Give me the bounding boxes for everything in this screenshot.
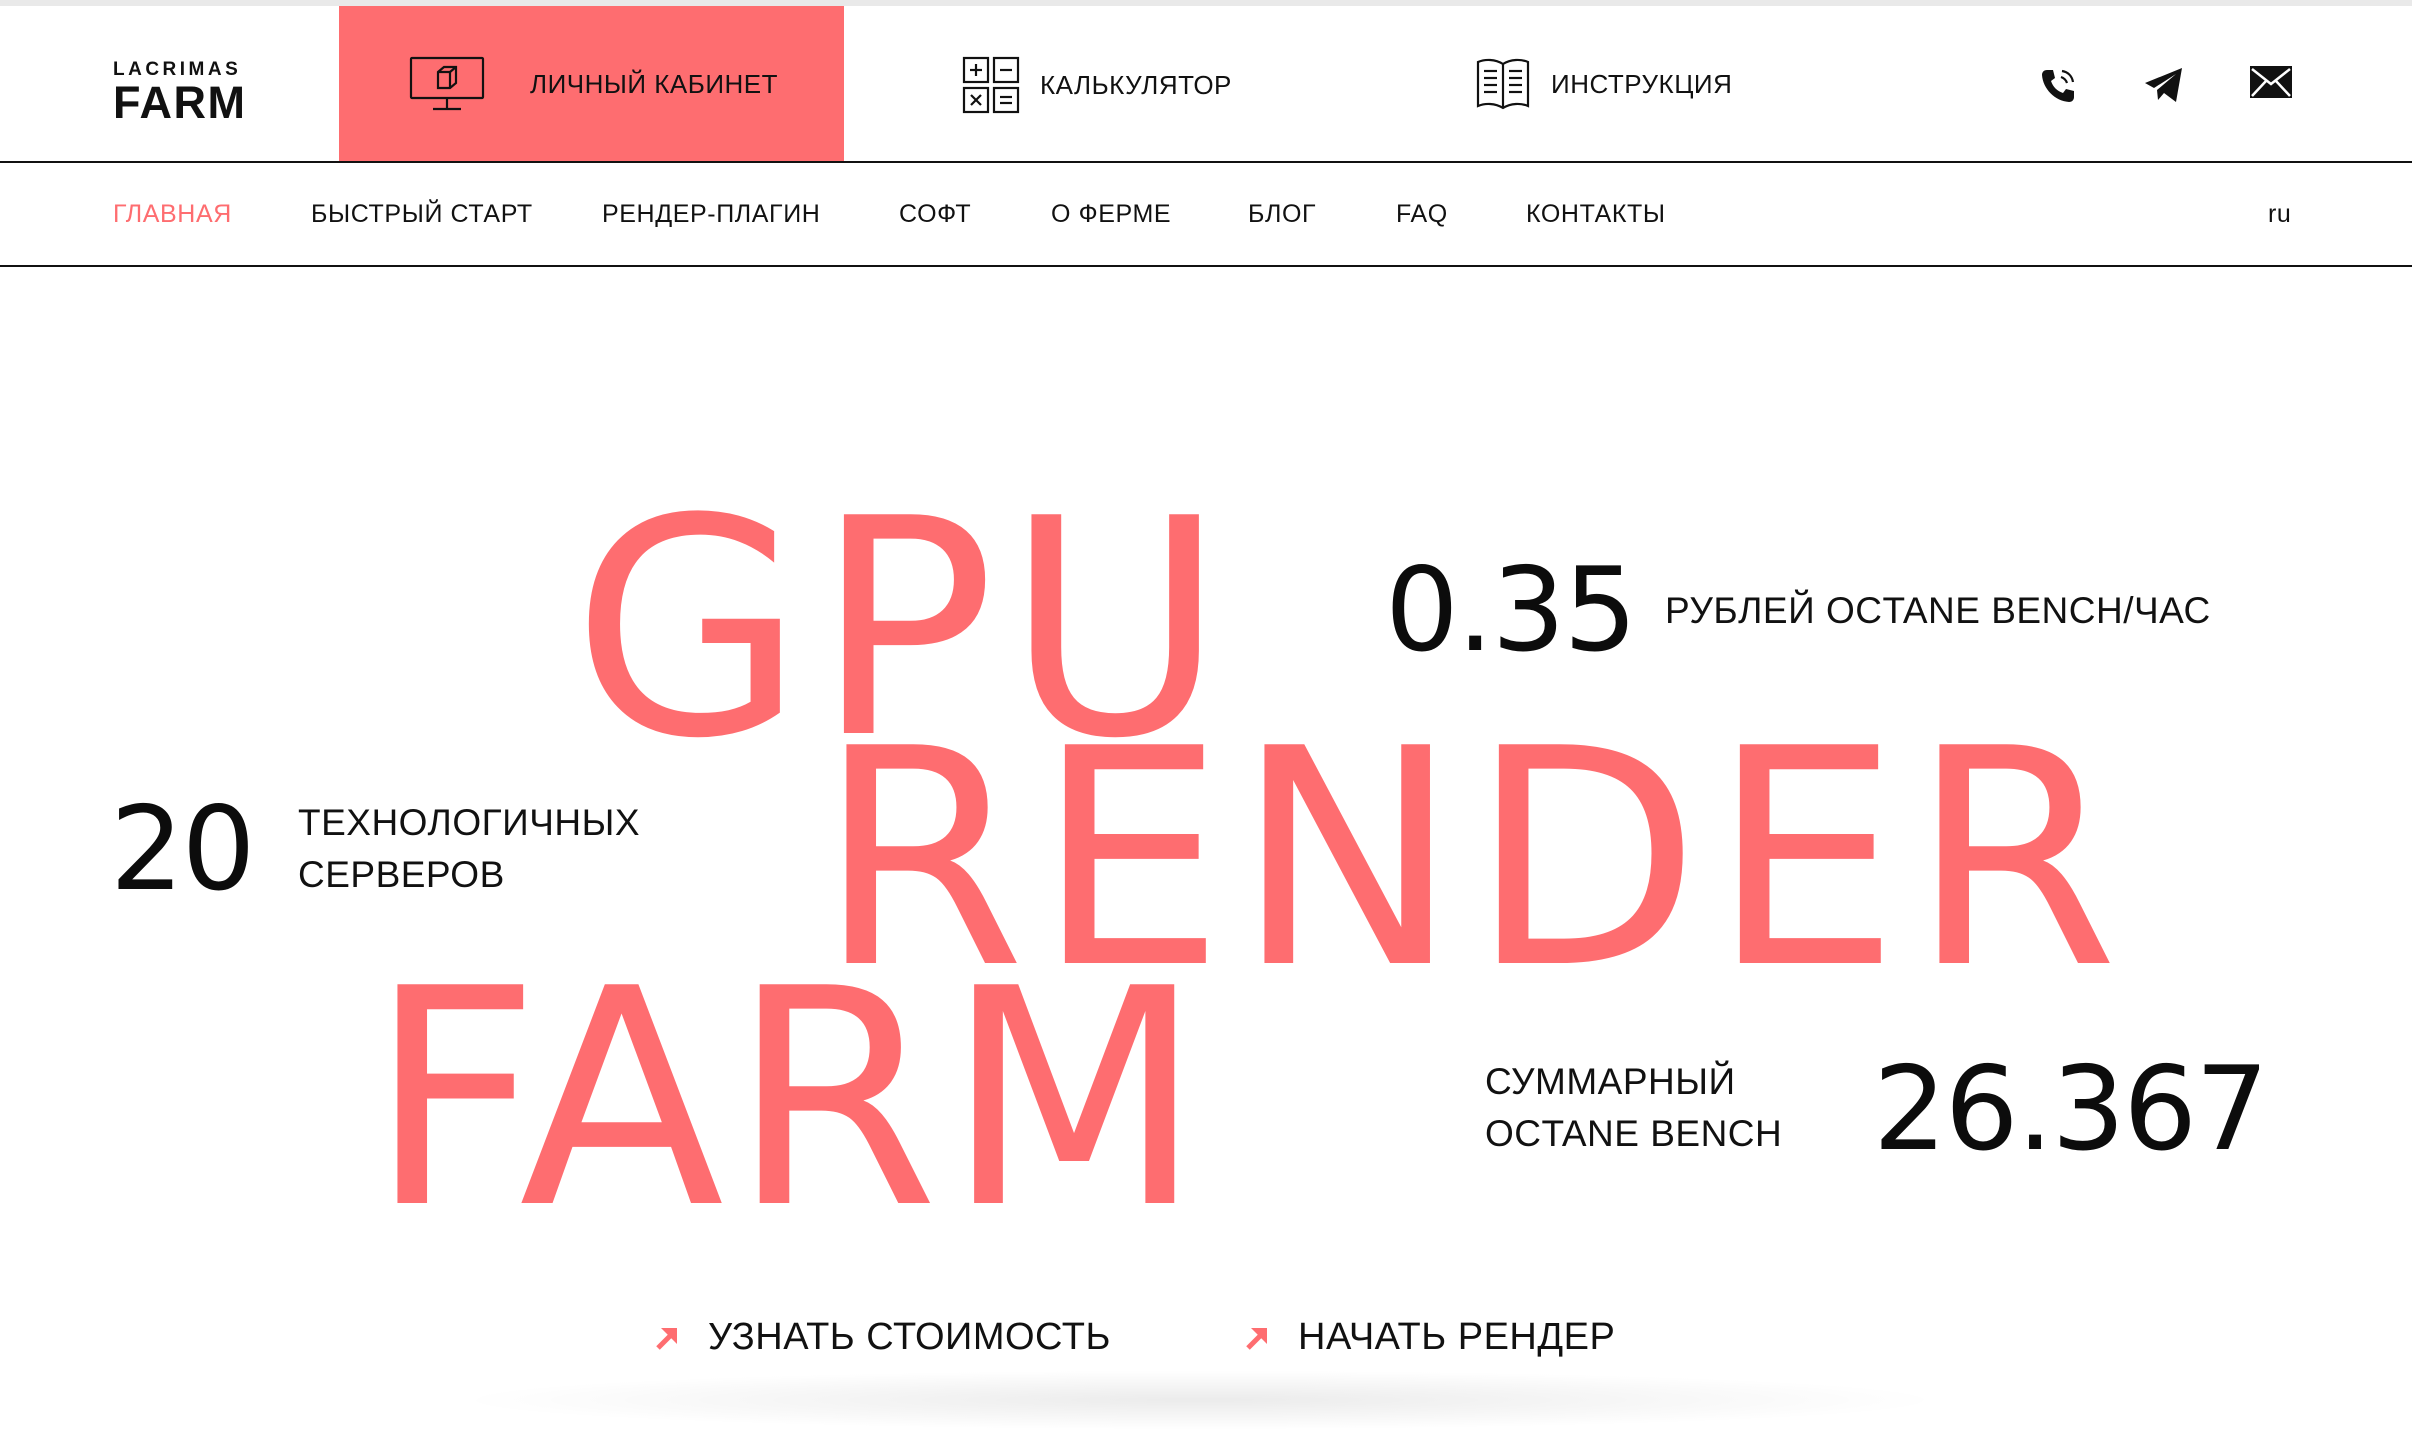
stat-bench-label: СУММАРНЫЙ OCTANE BENCH — [1485, 1056, 1782, 1160]
stat-servers-label: ТЕХНОЛОГИЧНЫХ СЕРВЕРОВ — [298, 797, 640, 901]
stat-price-label: РУБЛЕЙ OCTANE BENCH/ЧАС — [1665, 590, 2211, 631]
instruction-label: ИНСТРУКЦИЯ — [1551, 68, 1733, 99]
personal-cabinet-button[interactable]: ЛИЧНЫЙ КАБИНЕТ — [339, 6, 844, 161]
nav-item-quick-start[interactable]: БЫСТРЫЙ СТАРТ — [311, 200, 533, 229]
book-icon — [1476, 58, 1530, 110]
logo-bottom-text: FARM — [113, 77, 247, 128]
main-nav: ГЛАВНАЯ БЫСТРЫЙ СТАРТ РЕНДЕР-ПЛАГИН СОФТ… — [0, 163, 2412, 267]
nav-item-faq[interactable]: FAQ — [1396, 200, 1448, 229]
arrow-up-right-icon — [656, 1327, 677, 1350]
nav-item-software[interactable]: СОФТ — [899, 200, 971, 229]
nav-item-render-plugin[interactable]: РЕНДЕР-ПЛАГИН — [602, 200, 820, 229]
nav-item-home[interactable]: ГЛАВНАЯ — [113, 200, 232, 229]
start-render-button[interactable]: НАЧАТЬ РЕНДЕР — [1242, 1316, 1615, 1359]
header: LACRIMAS FARM ЛИЧНЫЙ КАБИНЕТ КАЛЬКУЛЯТОР — [0, 6, 2412, 163]
nav-item-about[interactable]: О ФЕРМЕ — [1051, 200, 1171, 229]
logo[interactable]: LACRIMAS FARM — [113, 60, 247, 126]
hero-title-farm: FARM — [368, 925, 1210, 1274]
start-render-label: НАЧАТЬ РЕНДЕР — [1298, 1316, 1616, 1358]
arrow-up-right-icon — [1246, 1327, 1267, 1350]
mail-icon[interactable] — [2250, 66, 2292, 98]
nav-item-contacts[interactable]: КОНТАКТЫ — [1526, 200, 1666, 229]
stat-servers-label-line2: СЕРВЕРОВ — [298, 854, 505, 895]
stat-bench-label-line2: OCTANE BENCH — [1485, 1113, 1783, 1154]
stat-bench-label-line1: СУММАРНЫЙ — [1485, 1061, 1736, 1102]
calculator-icon — [962, 56, 1020, 114]
instruction-link[interactable]: ИНСТРУКЦИЯ — [1475, 56, 1732, 112]
personal-cabinet-label: ЛИЧНЫЙ КАБИНЕТ — [530, 69, 779, 99]
language-switch[interactable]: ru — [2268, 200, 2291, 229]
get-price-label: УЗНАТЬ СТОИМОСТЬ — [708, 1316, 1111, 1358]
bottom-shadow — [450, 1370, 1950, 1430]
phone-icon[interactable] — [2038, 66, 2078, 106]
stat-servers-label-line1: ТЕХНОЛОГИЧНЫХ — [298, 802, 641, 843]
calculator-link[interactable]: КАЛЬКУЛЯТОР — [962, 56, 1232, 114]
get-price-button[interactable]: УЗНАТЬ СТОИМОСТЬ — [652, 1316, 1111, 1359]
nav-item-blog[interactable]: БЛОГ — [1248, 200, 1316, 229]
telegram-icon[interactable] — [2143, 66, 2185, 104]
stat-servers-value: 20 — [110, 782, 256, 917]
calculator-label: КАЛЬКУЛЯТОР — [1040, 69, 1232, 100]
stat-bench-value: 26.367 — [1873, 1042, 2269, 1177]
stat-price-value: 0.35 — [1385, 543, 1637, 678]
monitor-cube-icon — [409, 56, 485, 111]
